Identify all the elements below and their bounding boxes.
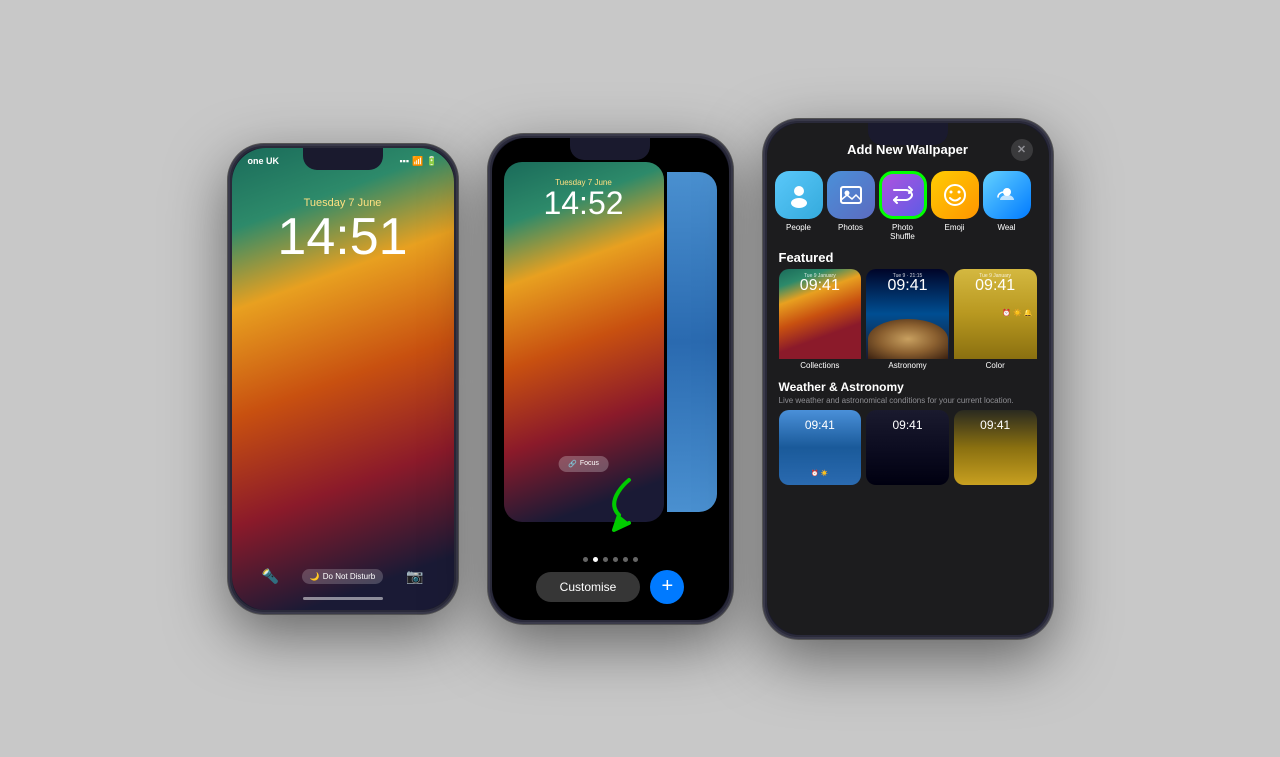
focus-link-icon: 🔗	[568, 460, 577, 468]
weather-time-3: 09:41	[980, 418, 1010, 432]
focus-pill[interactable]: 🔗 Focus	[558, 456, 609, 472]
iphone-2: Tuesday 7 June 14:52 🔗 Focus	[488, 134, 733, 624]
wallpaper-type-people[interactable]: People	[775, 171, 823, 242]
status-icons: ▪▪▪ 📶 🔋	[399, 156, 437, 167]
power-button-2[interactable]	[731, 246, 733, 291]
iphone-3: Add New Wallpaper ✕ People	[763, 119, 1053, 639]
lock-screen-time: 14:51	[277, 211, 407, 263]
weather-icons-1: ⏰ ☀️	[811, 470, 828, 477]
featured-grid: Tue 9 January 09:41 Collections Tue 9 · …	[767, 269, 1049, 374]
weather-icon	[983, 171, 1031, 219]
silent-button-3[interactable]	[763, 189, 765, 209]
silent-button[interactable]	[228, 214, 230, 234]
weather-item-2[interactable]: 09:41	[866, 410, 949, 485]
featured-title: Featured	[767, 242, 1049, 269]
wallpaper-types-row: People Photos	[767, 171, 1049, 242]
people-icon	[775, 171, 823, 219]
weather-grid: 09:41 ⏰ ☀️ 09:41 09:41	[767, 410, 1049, 485]
featured-collections[interactable]: Tue 9 January 09:41 Collections	[779, 269, 862, 374]
astronomy-time: 09:41	[887, 277, 927, 295]
volume-up-button[interactable]	[228, 246, 230, 274]
volume-down-button-2[interactable]	[488, 274, 490, 302]
power-button-3[interactable]	[1051, 231, 1053, 276]
green-arrow	[599, 475, 659, 560]
featured-color[interactable]: Tue 9 January 09:41 ⏰ ☀️ 🔔 Color	[954, 269, 1037, 374]
focus-label: Focus	[580, 460, 599, 467]
shuffle-icon	[879, 171, 927, 219]
photos-icon	[827, 171, 875, 219]
weather-description: Live weather and astronomical conditions…	[767, 396, 1049, 410]
add-wallpaper-button[interactable]: +	[650, 570, 684, 604]
iphone-1: one UK ▪▪▪ 📶 🔋 Tuesday 7 June 14:51 🔦 🌙	[228, 144, 458, 614]
weather-label: Weal	[997, 223, 1015, 233]
lock-screen-bottom: 🔦 🌙 Do Not Disturb 📷	[232, 568, 454, 610]
camera-icon[interactable]: 📷	[406, 568, 423, 585]
phone-preview-main: Tuesday 7 June 14:52 🔗 Focus	[504, 162, 664, 522]
customise-screen: Tuesday 7 June 14:52 🔗 Focus	[492, 138, 729, 620]
weather-item-1[interactable]: 09:41 ⏰ ☀️	[779, 410, 862, 485]
notch-2	[570, 138, 650, 160]
wallpaper-type-shuffle[interactable]: PhotoShuffle	[879, 171, 927, 242]
dnd-pill[interactable]: 🌙 Do Not Disturb	[302, 569, 383, 584]
battery-icon: 🔋	[426, 156, 437, 167]
lock-screen-date: Tuesday 7 June	[304, 197, 382, 209]
customise-bottom: Customise +	[492, 570, 729, 620]
astronomy-preview: Tue 9 · 21:15 09:41	[866, 269, 949, 359]
color-icons: ⏰ ☀️ 🔔	[1002, 309, 1032, 317]
wallpaper-type-photos[interactable]: Photos	[827, 171, 875, 242]
weather-time-2: 09:41	[892, 418, 922, 432]
wallpaper-type-weather[interactable]: Weal	[983, 171, 1031, 242]
photos-label: Photos	[838, 223, 863, 233]
wifi-icon: 📶	[412, 156, 423, 167]
torch-icon[interactable]: 🔦	[262, 568, 279, 585]
lock-screen: one UK ▪▪▪ 📶 🔋 Tuesday 7 June 14:51 🔦 🌙	[232, 148, 454, 610]
silent-button-2[interactable]	[488, 204, 490, 224]
preview-content: Tuesday 7 June 14:52	[504, 162, 664, 219]
main-container: one UK ▪▪▪ 📶 🔋 Tuesday 7 June 14:51 🔦 🌙	[208, 99, 1073, 659]
preview-time: 14:52	[516, 187, 652, 219]
dot-1	[583, 557, 588, 562]
color-time: 09:41	[975, 277, 1015, 295]
iphone-1-screen: one UK ▪▪▪ 📶 🔋 Tuesday 7 June 14:51 🔦 🌙	[232, 148, 454, 610]
phone-preview-side	[667, 172, 717, 512]
color-preview: Tue 9 January 09:41 ⏰ ☀️ 🔔	[954, 269, 1037, 359]
signal-icon: ▪▪▪	[399, 156, 409, 166]
astronomy-label: Astronomy	[866, 359, 949, 374]
weather-section-title: Weather & Astronomy	[767, 374, 1049, 396]
volume-up-button-3[interactable]	[763, 221, 765, 249]
moon-icon: 🌙	[310, 572, 320, 581]
collections-preview: Tue 9 January 09:41	[779, 269, 862, 359]
weather-time-1: 09:41	[805, 418, 835, 432]
iphone-3-screen: Add New Wallpaper ✕ People	[767, 123, 1049, 635]
volume-down-button-3[interactable]	[763, 259, 765, 287]
shuffle-label: PhotoShuffle	[890, 223, 915, 242]
featured-astronomy[interactable]: Tue 9 · 21:15 09:41 Astronomy	[866, 269, 949, 374]
weather-item-3[interactable]: 09:41	[954, 410, 1037, 485]
dot-2	[593, 557, 598, 562]
color-label: Color	[954, 359, 1037, 374]
add-wallpaper-screen: Add New Wallpaper ✕ People	[767, 123, 1049, 635]
volume-up-button-2[interactable]	[488, 236, 490, 264]
dnd-label: Do Not Disturb	[323, 572, 375, 581]
customise-button[interactable]: Customise	[536, 572, 641, 602]
wallpaper-type-emoji[interactable]: Emoji	[931, 171, 979, 242]
emoji-icon	[931, 171, 979, 219]
lock-screen-actions: 🔦 🌙 Do Not Disturb 📷	[232, 568, 454, 585]
people-label: People	[786, 223, 811, 233]
notch-3	[868, 123, 948, 145]
notch	[303, 148, 383, 170]
carrier-text: one UK	[248, 156, 280, 166]
close-button[interactable]: ✕	[1011, 139, 1033, 161]
collections-label: Collections	[779, 359, 862, 374]
volume-down-button[interactable]	[228, 284, 230, 312]
power-button[interactable]	[456, 256, 458, 301]
home-indicator	[303, 597, 383, 600]
collections-time: 09:41	[800, 277, 840, 295]
iphone-2-screen: Tuesday 7 June 14:52 🔗 Focus	[492, 138, 729, 620]
emoji-label: Emoji	[944, 223, 964, 233]
